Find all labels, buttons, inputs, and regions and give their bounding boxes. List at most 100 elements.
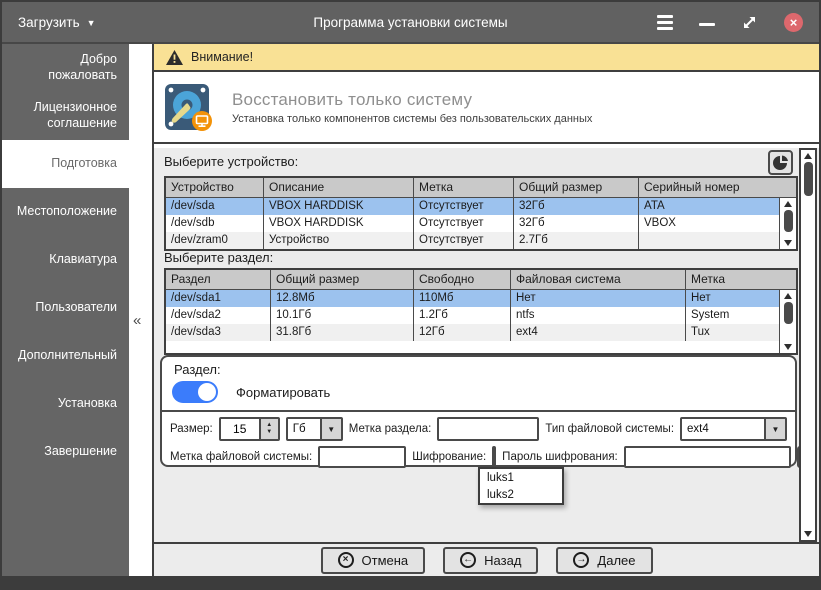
format-row: Форматировать xyxy=(172,381,787,403)
scroll-down-icon[interactable] xyxy=(784,344,792,350)
sidebar-item-license[interactable]: Лицензионное соглашение xyxy=(2,92,129,140)
cell-label: Tux xyxy=(691,326,710,338)
column-header[interactable]: Описание xyxy=(264,178,414,197)
device-table-scrollbar[interactable] xyxy=(779,198,796,249)
cell-size: 31.8Гб xyxy=(271,324,414,341)
column-header[interactable]: Файловая система xyxy=(511,270,686,289)
sidebar-item-finish[interactable]: Завершение xyxy=(2,428,129,476)
scrollbar-thumb[interactable] xyxy=(803,162,813,196)
partition-row-sda3[interactable]: /dev/sda3 31.8Гб 12Гб ext4 Tux xyxy=(166,324,779,341)
cancel-icon: × xyxy=(337,552,354,568)
sidebar-item-keyboard[interactable]: Клавиатура xyxy=(2,236,129,284)
scroll-up-icon[interactable] xyxy=(804,153,812,159)
close-button[interactable]: × xyxy=(784,12,803,32)
partition-table-header: Раздел Общий размер Свободно Файловая си… xyxy=(166,270,796,290)
device-row-sda[interactable]: /dev/sda VBOX HARDDISK Отсутствует 32Гб … xyxy=(166,198,779,215)
cell-label: Отсутствует xyxy=(414,198,514,215)
scroll-up-icon[interactable] xyxy=(784,293,792,299)
encryption-option-luks2[interactable]: luks2 xyxy=(480,486,562,503)
cell-fs: Нет xyxy=(511,290,686,307)
partition-row-sda2[interactable]: /dev/sda2 10.1Гб 1.2Гб ntfs System xyxy=(166,307,779,324)
scrollbar-thumb[interactable] xyxy=(783,210,793,232)
cell-size: 10.1Гб xyxy=(271,307,414,324)
sidebar-gutter: « xyxy=(129,44,152,576)
cell-label: Отсутствует xyxy=(414,215,514,232)
cell-label: Нет xyxy=(691,292,711,304)
device-table-body: /dev/sda VBOX HARDDISK Отсутствует 32Гб … xyxy=(166,198,796,249)
encryption-select[interactable]: Отключено ▼ xyxy=(492,446,497,468)
sidebar-item-users[interactable]: Пользователи xyxy=(2,284,129,332)
fs-type-select[interactable]: ext4 ▼ xyxy=(680,417,787,441)
column-header[interactable]: Метка xyxy=(414,178,514,197)
sidebar-item-additional[interactable]: Дополнительный xyxy=(2,332,129,380)
toggle-knob xyxy=(198,383,216,401)
cell-free: 1.2Гб xyxy=(414,307,511,324)
maximize-button[interactable] xyxy=(741,14,758,31)
encryption-password-input[interactable] xyxy=(623,446,791,468)
spin-down-icon[interactable]: ▼ xyxy=(266,429,272,436)
disk-usage-button[interactable] xyxy=(768,150,793,175)
format-toggle[interactable] xyxy=(172,381,218,403)
cell-serial: ATA xyxy=(644,200,665,212)
column-header[interactable]: Серийный номер xyxy=(639,178,796,197)
column-header[interactable]: Свободно xyxy=(414,270,511,289)
chevron-down-icon[interactable]: ▼ xyxy=(319,419,341,439)
cell-partition: /dev/sda1 xyxy=(166,290,271,307)
cell-size: 32Гб xyxy=(514,215,639,232)
encryption-option-luks1[interactable]: luks1 xyxy=(480,469,562,486)
cell-device: /dev/sda xyxy=(166,198,264,215)
next-button-label: Далее xyxy=(597,552,636,568)
device-section-label: Выберите устройство: xyxy=(164,154,299,169)
cell-fs: ntfs xyxy=(511,307,686,324)
device-row-sdb[interactable]: /dev/sdb VBOX HARDDISK Отсутствует 32Гб … xyxy=(166,215,779,232)
size-input[interactable] xyxy=(220,419,259,439)
sidebar-item-preparation[interactable]: Подготовка xyxy=(2,140,129,188)
scroll-down-icon[interactable] xyxy=(804,531,812,537)
partition-section-label: Выберите раздел: xyxy=(164,250,274,265)
back-button-label: Назад xyxy=(484,552,522,568)
sidebar-item-welcome[interactable]: Добро пожаловать xyxy=(2,44,129,92)
device-row-zram0[interactable]: /dev/zram0 Устройство Отсутствует 2.7Гб xyxy=(166,232,779,249)
warning-text: Внимание! xyxy=(191,50,254,64)
back-button[interactable]: ← Назад xyxy=(443,546,539,574)
partition-table: Раздел Общий размер Свободно Файловая си… xyxy=(164,268,798,355)
panel-scrollbar[interactable] xyxy=(799,148,817,542)
chevron-down-icon[interactable]: ▼ xyxy=(764,419,785,439)
cell-device: /dev/zram0 xyxy=(166,232,264,249)
spin-up-icon[interactable]: ▲ xyxy=(266,422,272,429)
unit-select[interactable]: Гб ▼ xyxy=(285,417,343,441)
cancel-button[interactable]: × Отмена xyxy=(320,546,426,574)
fs-type-value: ext4 xyxy=(687,423,709,435)
next-button[interactable]: → Далее xyxy=(556,546,653,574)
scrollbar-thumb[interactable] xyxy=(783,302,793,324)
column-header[interactable]: Метка xyxy=(686,270,796,289)
cell-partition: /dev/sda3 xyxy=(166,324,271,341)
partition-row-sda1[interactable]: /dev/sda1 12.8Мб 110Мб Нет Нет xyxy=(166,290,779,307)
size-spinner: ▲ ▼ xyxy=(218,417,280,441)
spinner-buttons[interactable]: ▲ ▼ xyxy=(258,419,278,439)
encryption-label: Шифрование: xyxy=(412,451,487,463)
installer-window: Загрузить ▼ Программа установки системы … xyxy=(0,0,821,590)
column-header[interactable]: Общий размер xyxy=(271,270,414,289)
column-header[interactable]: Общий размер xyxy=(514,178,639,197)
load-button-label: Загрузить xyxy=(18,14,80,30)
cell-label: System xyxy=(691,309,730,321)
cell-description: VBOX HARDDISK xyxy=(264,215,414,232)
partition-table-scrollbar[interactable] xyxy=(779,290,796,353)
device-table: Устройство Описание Метка Общий размер С… xyxy=(164,176,798,251)
minimize-button[interactable] xyxy=(699,22,715,26)
sidebar-item-location[interactable]: Местоположение xyxy=(2,188,129,236)
form-row-2: Метка файловой системы: Шифрование: Откл… xyxy=(170,446,816,468)
fs-label-input[interactable] xyxy=(318,446,407,468)
collapse-sidebar-icon[interactable]: « xyxy=(133,312,141,329)
partition-label-input[interactable] xyxy=(437,417,540,441)
scroll-down-icon[interactable] xyxy=(784,240,792,246)
column-header[interactable]: Устройство xyxy=(166,178,264,197)
load-button[interactable]: Загрузить ▼ xyxy=(18,15,96,30)
main-content: Внимание! Восстановить только систему Ус… xyxy=(152,44,819,576)
sidebar-item-install[interactable]: Установка xyxy=(2,380,129,428)
column-header[interactable]: Раздел xyxy=(166,270,271,289)
menu-button[interactable] xyxy=(657,14,673,30)
scroll-up-icon[interactable] xyxy=(784,201,792,207)
cell-serial xyxy=(639,232,779,249)
